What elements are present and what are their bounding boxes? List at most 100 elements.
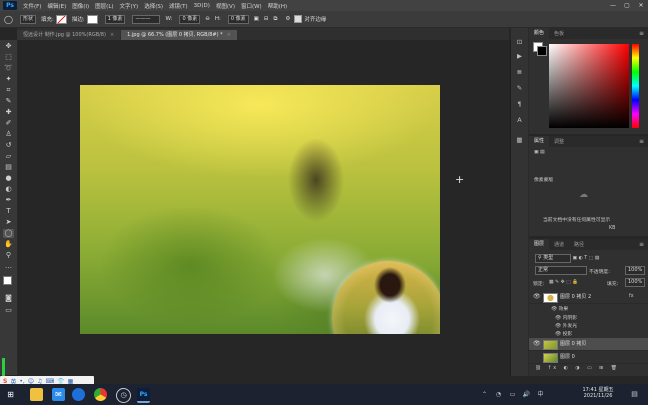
menu-layer[interactable]: 图层(L): [95, 2, 113, 10]
document-image[interactable]: [80, 85, 440, 334]
photoshop-taskbar-icon[interactable]: Ps: [137, 388, 150, 403]
pen-tool-icon[interactable]: ✒: [3, 196, 14, 205]
effects-header[interactable]: 👁 效果: [551, 305, 568, 312]
mail-icon[interactable]: ✉: [52, 388, 65, 401]
history-brush-tool-icon[interactable]: ↺: [3, 141, 14, 150]
panel-menu-icon[interactable]: ≡: [639, 239, 644, 250]
type-tool-icon[interactable]: T: [3, 207, 14, 216]
eye-icon[interactable]: 👁: [555, 316, 563, 321]
history-icon[interactable]: ⊡: [514, 38, 525, 47]
fx-icon[interactable]: fx: [629, 291, 634, 303]
crop-tool-icon[interactable]: ⌗: [3, 86, 14, 95]
tab-properties[interactable]: 属性: [529, 136, 550, 147]
menu-edit[interactable]: 编辑(E): [47, 2, 66, 10]
width-field[interactable]: 0 像素: [177, 14, 201, 24]
zoom-tool-icon[interactable]: ⚲: [3, 251, 14, 260]
volume-icon[interactable]: 🔊: [520, 388, 533, 401]
menu-image[interactable]: 图像(I): [72, 2, 89, 10]
menu-view[interactable]: 视图(V): [216, 2, 235, 10]
lasso-tool-icon[interactable]: ➰: [3, 64, 14, 73]
lock-icons[interactable]: ▦ ✎ ✥ ⬚ 🔒: [549, 280, 578, 285]
panel-menu-icon[interactable]: ≡: [639, 28, 644, 39]
align-edges-checkbox[interactable]: 对齐边缘: [294, 15, 326, 23]
maximize-button[interactable]: ▢: [620, 0, 634, 11]
brush-tool-icon[interactable]: ✐: [3, 119, 14, 128]
notification-tray-icon[interactable]: ◔: [492, 388, 505, 401]
layer-row[interactable]: 👁 图层 0 拷贝 2 fx: [529, 291, 648, 304]
clock-app-icon[interactable]: ◷: [116, 388, 131, 403]
menu-file[interactable]: 文件(F): [23, 2, 41, 10]
eye-icon[interactable]: 👁: [555, 324, 563, 329]
menu-type[interactable]: 文字(Y): [120, 2, 139, 10]
dodge-tool-icon[interactable]: ◐: [3, 185, 14, 194]
path-alignment-icon[interactable]: ⊟: [264, 16, 269, 22]
tab-document-1[interactable]: 恒远设计 制作.jpg @ 100%(RGB/8) ×: [17, 30, 121, 40]
effect-item[interactable]: 👁 外发光: [555, 322, 577, 329]
tray-icons[interactable]: ⌃: [478, 388, 491, 401]
foreground-color-swatch[interactable]: [3, 276, 12, 285]
tool-mode-select[interactable]: 形状: [18, 14, 36, 24]
opacity-field[interactable]: 100%: [623, 266, 646, 275]
menu-filter[interactable]: 滤镜(T): [169, 2, 188, 10]
hand-tool-icon[interactable]: ✋: [3, 240, 14, 249]
libraries-icon[interactable]: ▦: [514, 136, 525, 145]
minimize-button[interactable]: —: [606, 0, 620, 11]
close-icon[interactable]: ×: [110, 32, 114, 38]
menu-3d[interactable]: 3D(D): [194, 3, 210, 9]
clock[interactable]: 17:41 星期五 2021/11/26: [576, 387, 620, 399]
color-picker-field[interactable]: [549, 44, 629, 128]
menu-help[interactable]: 帮助(H): [268, 2, 287, 10]
eraser-tool-icon[interactable]: ▱: [3, 152, 14, 161]
quick-mask-icon[interactable]: ◙: [3, 294, 14, 303]
layer-actions[interactable]: ⛓ fx ◐ ◑ ▭ ⊞ 🗑: [535, 366, 620, 371]
close-icon[interactable]: ×: [227, 32, 231, 38]
hue-slider[interactable]: [632, 44, 639, 128]
tab-document-2[interactable]: 1.jpg @ 66.7% (图层 0 拷贝, RGB/8#) * ×: [121, 30, 237, 40]
screen-mode-icon[interactable]: ▭: [3, 306, 14, 315]
layer-row-selected[interactable]: 👁 图层 0 拷贝: [529, 338, 648, 351]
panel-menu-icon[interactable]: ≡: [639, 136, 644, 147]
chrome-icon[interactable]: [94, 388, 107, 401]
actions-play-icon[interactable]: ▶: [514, 52, 525, 61]
eye-icon[interactable]: 👁: [533, 291, 541, 303]
notification-center-icon[interactable]: ▤: [628, 388, 641, 401]
magic-wand-tool-icon[interactable]: ✦: [3, 75, 14, 84]
adjustments-icon[interactable]: ≣: [514, 68, 525, 77]
fill-swatch[interactable]: [55, 14, 67, 24]
move-tool-icon[interactable]: ✥: [3, 42, 14, 51]
close-button[interactable]: ✕: [634, 0, 648, 11]
brush-settings-icon[interactable]: ✎: [514, 84, 525, 93]
marquee-tool-icon[interactable]: ⬚: [3, 53, 14, 62]
more-tools-icon[interactable]: …: [3, 262, 14, 271]
eye-icon[interactable]: 👁: [555, 332, 563, 337]
menu-select[interactable]: 选择(S): [144, 2, 163, 10]
effect-item[interactable]: 👁 内阴影: [555, 314, 577, 321]
ime-tray-icon[interactable]: 中: [534, 388, 547, 401]
eyedropper-tool-icon[interactable]: ✎: [3, 97, 14, 106]
tab-layers[interactable]: 图层: [529, 239, 550, 250]
layer-row[interactable]: 图层 0: [529, 351, 648, 364]
menu-window[interactable]: 窗口(W): [241, 2, 262, 10]
windows-start-icon[interactable]: ⊞: [4, 388, 17, 401]
eye-icon[interactable]: 👁: [551, 307, 559, 312]
tab-swatches[interactable]: 色板: [549, 30, 569, 37]
tab-adjustments[interactable]: 调整: [549, 138, 569, 145]
tab-paths[interactable]: 路径: [569, 241, 589, 248]
character-icon[interactable]: A: [514, 116, 525, 125]
layer-filter-kind[interactable]: ⚲ 类型 ▣ ◐ T ⬚ ▤: [533, 254, 599, 263]
photoshop-logo[interactable]: Ps: [3, 1, 17, 10]
stroke-type-select[interactable]: ———: [130, 14, 161, 24]
path-arrangement-icon[interactable]: ⧉: [273, 16, 277, 23]
browser-icon[interactable]: [72, 388, 85, 401]
tab-channels[interactable]: 通道: [549, 241, 569, 248]
gradient-tool-icon[interactable]: ▤: [3, 163, 14, 172]
blur-tool-icon[interactable]: ●: [3, 174, 14, 183]
paragraph-icon[interactable]: ¶: [514, 100, 525, 109]
clone-stamp-tool-icon[interactable]: ♙: [3, 130, 14, 139]
blend-mode-select[interactable]: 正常: [533, 266, 587, 275]
eye-icon[interactable]: 👁: [533, 338, 541, 350]
tab-color[interactable]: 颜色: [529, 28, 550, 39]
ellipse-tool-icon[interactable]: ◯: [3, 229, 14, 238]
path-selection-tool-icon[interactable]: ➤: [3, 218, 14, 227]
fill-field[interactable]: 100%: [623, 278, 646, 287]
